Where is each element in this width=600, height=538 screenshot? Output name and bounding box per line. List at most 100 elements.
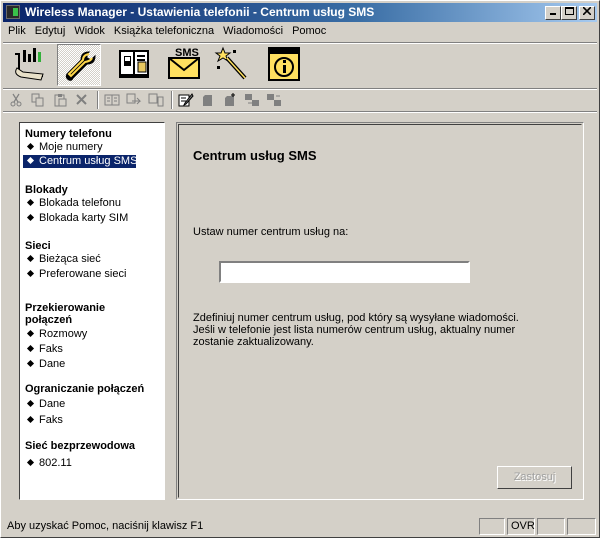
group-phone-numbers: Numery telefonu	[25, 128, 112, 140]
title-bar[interactable]: Wireless Manager - Ustawienia telefonii …	[3, 3, 597, 22]
magic-wand-icon	[214, 46, 247, 80]
phone-connection-button[interactable]	[9, 44, 53, 86]
toolbar-bottom-separator	[3, 111, 597, 113]
bullet-icon	[26, 156, 35, 165]
sms-center-settings-pane: Centrum usług SMS Ustaw numer centrum us…	[176, 122, 584, 500]
sidebar-item-80211[interactable]: 802.11	[25, 457, 72, 470]
wizard-button[interactable]	[213, 44, 257, 86]
group-networks: Sieci	[25, 240, 51, 252]
minimize-button[interactable]	[545, 6, 561, 20]
sidebar-item-label: Faks	[39, 414, 63, 426]
bullet-icon	[26, 254, 35, 263]
settings-pane-inner: Centrum usług SMS Ustaw numer centrum us…	[178, 124, 582, 498]
menu-help[interactable]: Pomoc	[287, 23, 330, 37]
bullet-icon	[26, 198, 35, 207]
bullet-icon	[26, 329, 35, 338]
cut-icon	[10, 93, 22, 107]
paste-button[interactable]	[51, 91, 69, 109]
group-locks: Blokady	[25, 184, 68, 196]
app-icon[interactable]	[6, 5, 20, 19]
sidebar-item-data[interactable]: Dane	[25, 358, 65, 371]
delete-button[interactable]	[73, 91, 91, 109]
bullet-icon	[26, 458, 35, 467]
sidebar-item-label: Centrum usług SMS	[39, 155, 138, 167]
close-button[interactable]	[579, 6, 595, 20]
status-pane-empty-1	[479, 518, 505, 535]
apply-button[interactable]: Zastosuj	[497, 466, 572, 489]
copy-from-phone-button[interactable]	[147, 91, 165, 109]
book-button[interactable]	[103, 91, 121, 109]
sms-center-number-label: Ustaw numer centrum usług na:	[193, 226, 349, 238]
sidebar-item-label: Blokada karty SIM	[39, 212, 129, 224]
sidebar-item-sim-lock[interactable]: Blokada karty SIM	[25, 212, 128, 225]
cut-button[interactable]	[7, 91, 25, 109]
phonebook-button[interactable]	[115, 44, 159, 86]
copy-button[interactable]	[29, 91, 47, 109]
sidebar-item-label: Bieżąca sieć	[39, 253, 101, 265]
menu-edit[interactable]: Edytuj	[30, 23, 70, 37]
status-pane-empty-2	[537, 518, 565, 535]
sidebar-item-label: Dane	[39, 358, 66, 370]
sms-button[interactable]: SMS	[163, 44, 207, 86]
sidebar-item-label: Faks	[39, 343, 63, 355]
sidebar-item-preferred-networks[interactable]: Preferowane sieci	[25, 268, 126, 281]
bullet-icon	[26, 344, 35, 353]
group-call-barring: Ograniczanie połączeń	[25, 383, 145, 395]
toolbar-separator	[3, 88, 597, 90]
minimize-icon	[550, 13, 556, 15]
menu-file[interactable]: Plik	[3, 23, 30, 37]
menu-view[interactable]: Widok	[69, 23, 109, 37]
edit-button[interactable]	[177, 91, 195, 109]
transfer-left-button[interactable]	[265, 91, 283, 109]
transfer-right-icon	[245, 94, 259, 106]
sidebar-item-label: 802.11	[39, 457, 72, 469]
copy-to-phone-icon	[126, 93, 142, 105]
group-call-forwarding: Przekierowanie połączeń	[25, 302, 106, 326]
close-icon	[582, 6, 592, 16]
sidebar-item-sms-center[interactable]: Centrum usług SMS	[23, 155, 138, 168]
sms-center-number-input[interactable]	[219, 261, 470, 283]
delete-icon	[76, 94, 87, 105]
sidebar-item-barring-data[interactable]: Dane	[25, 398, 65, 411]
paste-icon	[54, 94, 67, 107]
settings-navigation-panel: Numery telefonu Moje numery Centrum usłu…	[19, 122, 165, 500]
bullet-icon	[26, 359, 35, 368]
menu-phonebook[interactable]: Książka telefoniczna	[109, 23, 218, 37]
sim-plus-icon	[225, 93, 235, 106]
sidebar-item-barring-fax[interactable]: Faks	[25, 414, 63, 427]
sidebar-item-current-network[interactable]: Bieżąca sieć	[25, 253, 101, 266]
sidebar-item-phone-lock[interactable]: Blokada telefonu	[25, 197, 121, 210]
status-pane-empty-3	[567, 518, 596, 535]
menu-messages[interactable]: Wiadomości	[218, 23, 287, 37]
sidebar-item-label: Preferowane sieci	[39, 268, 127, 280]
page-title: Centrum usług SMS	[193, 148, 317, 163]
status-text: Aby uzyskać Pomoc, naciśnij klawisz F1	[7, 520, 204, 532]
info-button[interactable]	[263, 44, 307, 86]
sim-plus-button[interactable]	[221, 91, 239, 109]
sidebar-item-label: Blokada telefonu	[39, 197, 121, 209]
maximize-button[interactable]	[561, 6, 577, 20]
sim-icon	[203, 95, 212, 106]
status-bar: Aby uzyskać Pomoc, naciśnij klawisz F1 O…	[3, 516, 597, 535]
phone-settings-button[interactable]	[57, 44, 101, 86]
bullet-icon	[26, 142, 35, 151]
phone-connection-icon	[15, 48, 44, 81]
bullet-icon	[26, 213, 35, 222]
sms-icon-label: SMS	[175, 47, 199, 59]
sidebar-item-fax[interactable]: Faks	[25, 343, 63, 356]
sms-envelope-icon: SMS	[168, 47, 200, 79]
maximize-icon	[564, 7, 574, 15]
sidebar-item-label: Rozmowy	[39, 328, 88, 340]
sidebar-item-my-numbers[interactable]: Moje numery	[25, 141, 103, 154]
transfer-right-button[interactable]	[243, 91, 261, 109]
sms-center-description: Zdefiniuj numer centrum usług, pod który…	[193, 312, 519, 348]
phonebook-icon	[119, 50, 149, 78]
edit-icon	[178, 93, 194, 107]
sim-button[interactable]	[199, 91, 217, 109]
copy-to-phone-button[interactable]	[125, 91, 143, 109]
copy-icon	[31, 93, 44, 107]
sidebar-item-calls[interactable]: Rozmowy	[25, 328, 87, 341]
toolbar-divider	[171, 91, 173, 109]
book-icon	[104, 94, 120, 106]
sidebar-item-label: Moje numery	[39, 141, 103, 153]
